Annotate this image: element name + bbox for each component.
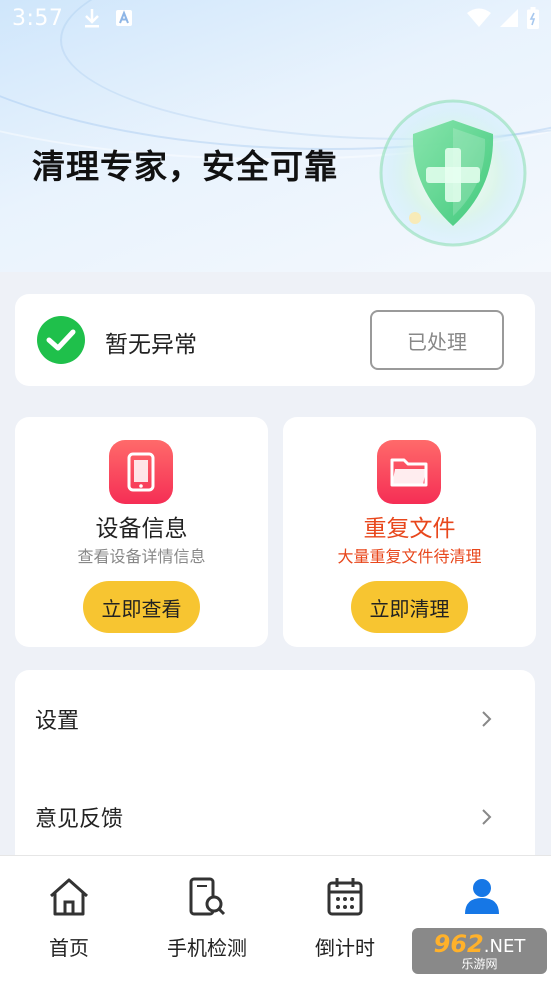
phone-scan-icon (189, 877, 226, 916)
chevron-right-icon (482, 711, 492, 727)
view-now-button[interactable]: 立即查看 (83, 581, 200, 633)
download-icon (85, 9, 100, 28)
status-bar: 3:57 (0, 0, 551, 36)
menu-item-feedback[interactable]: 意见反馈 (15, 768, 535, 866)
device-info-card[interactable]: 设备信息 查看设备详情信息 立即查看 (15, 417, 268, 647)
hero-title: 清理专家，安全可靠 (32, 147, 338, 186)
phone-icon (109, 440, 173, 504)
status-time: 3:57 (12, 5, 64, 31)
watermark-caption: 乐游网 (461, 956, 498, 971)
text-a-icon (116, 10, 133, 26)
signal-icon (500, 9, 518, 27)
chevron-right-icon (482, 809, 492, 825)
tab-label: 首页 (49, 936, 89, 960)
shield-icon (379, 99, 527, 247)
calendar-icon (327, 878, 363, 916)
handled-button[interactable]: 已处理 (370, 310, 504, 370)
battery-icon (527, 7, 539, 29)
watermark-brand: 962 (433, 929, 484, 958)
duplicate-files-subtitle: 大量重复文件待清理 (337, 547, 482, 566)
folder-icon (377, 440, 441, 504)
user-icon (465, 879, 499, 914)
clean-now-button[interactable]: 立即清理 (351, 581, 468, 633)
check-icon (37, 316, 85, 364)
watermark-suffix: .NET (483, 935, 526, 957)
wifi-icon (467, 8, 491, 27)
device-info-subtitle: 查看设备详情信息 (77, 547, 206, 566)
site-watermark: 962.NET 乐游网 (412, 928, 547, 974)
device-info-title: 设备信息 (95, 516, 188, 542)
menu-item-settings[interactable]: 设置 (15, 670, 535, 768)
menu-item-label: 设置 (35, 709, 80, 734)
status-message: 暂无异常 (105, 332, 197, 358)
tab-phone-check[interactable]: 手机检测 (138, 856, 276, 981)
menu-list: 设置 意见反馈 (15, 670, 535, 870)
duplicate-files-card[interactable]: 重复文件 大量重复文件待清理 立即清理 (283, 417, 536, 647)
shield-illustration (375, 98, 531, 248)
menu-item-label: 意见反馈 (35, 807, 124, 832)
status-card: 暂无异常 已处理 (15, 294, 535, 386)
duplicate-files-title: 重复文件 (363, 516, 456, 542)
tab-label: 倒计时 (315, 936, 375, 960)
tab-countdown[interactable]: 倒计时 (276, 856, 414, 981)
tab-home[interactable]: 首页 (0, 856, 138, 981)
hero-banner: 3:57 清理专家，安全可靠 (0, 0, 551, 272)
tab-label: 手机检测 (167, 936, 247, 960)
home-icon (50, 878, 88, 916)
